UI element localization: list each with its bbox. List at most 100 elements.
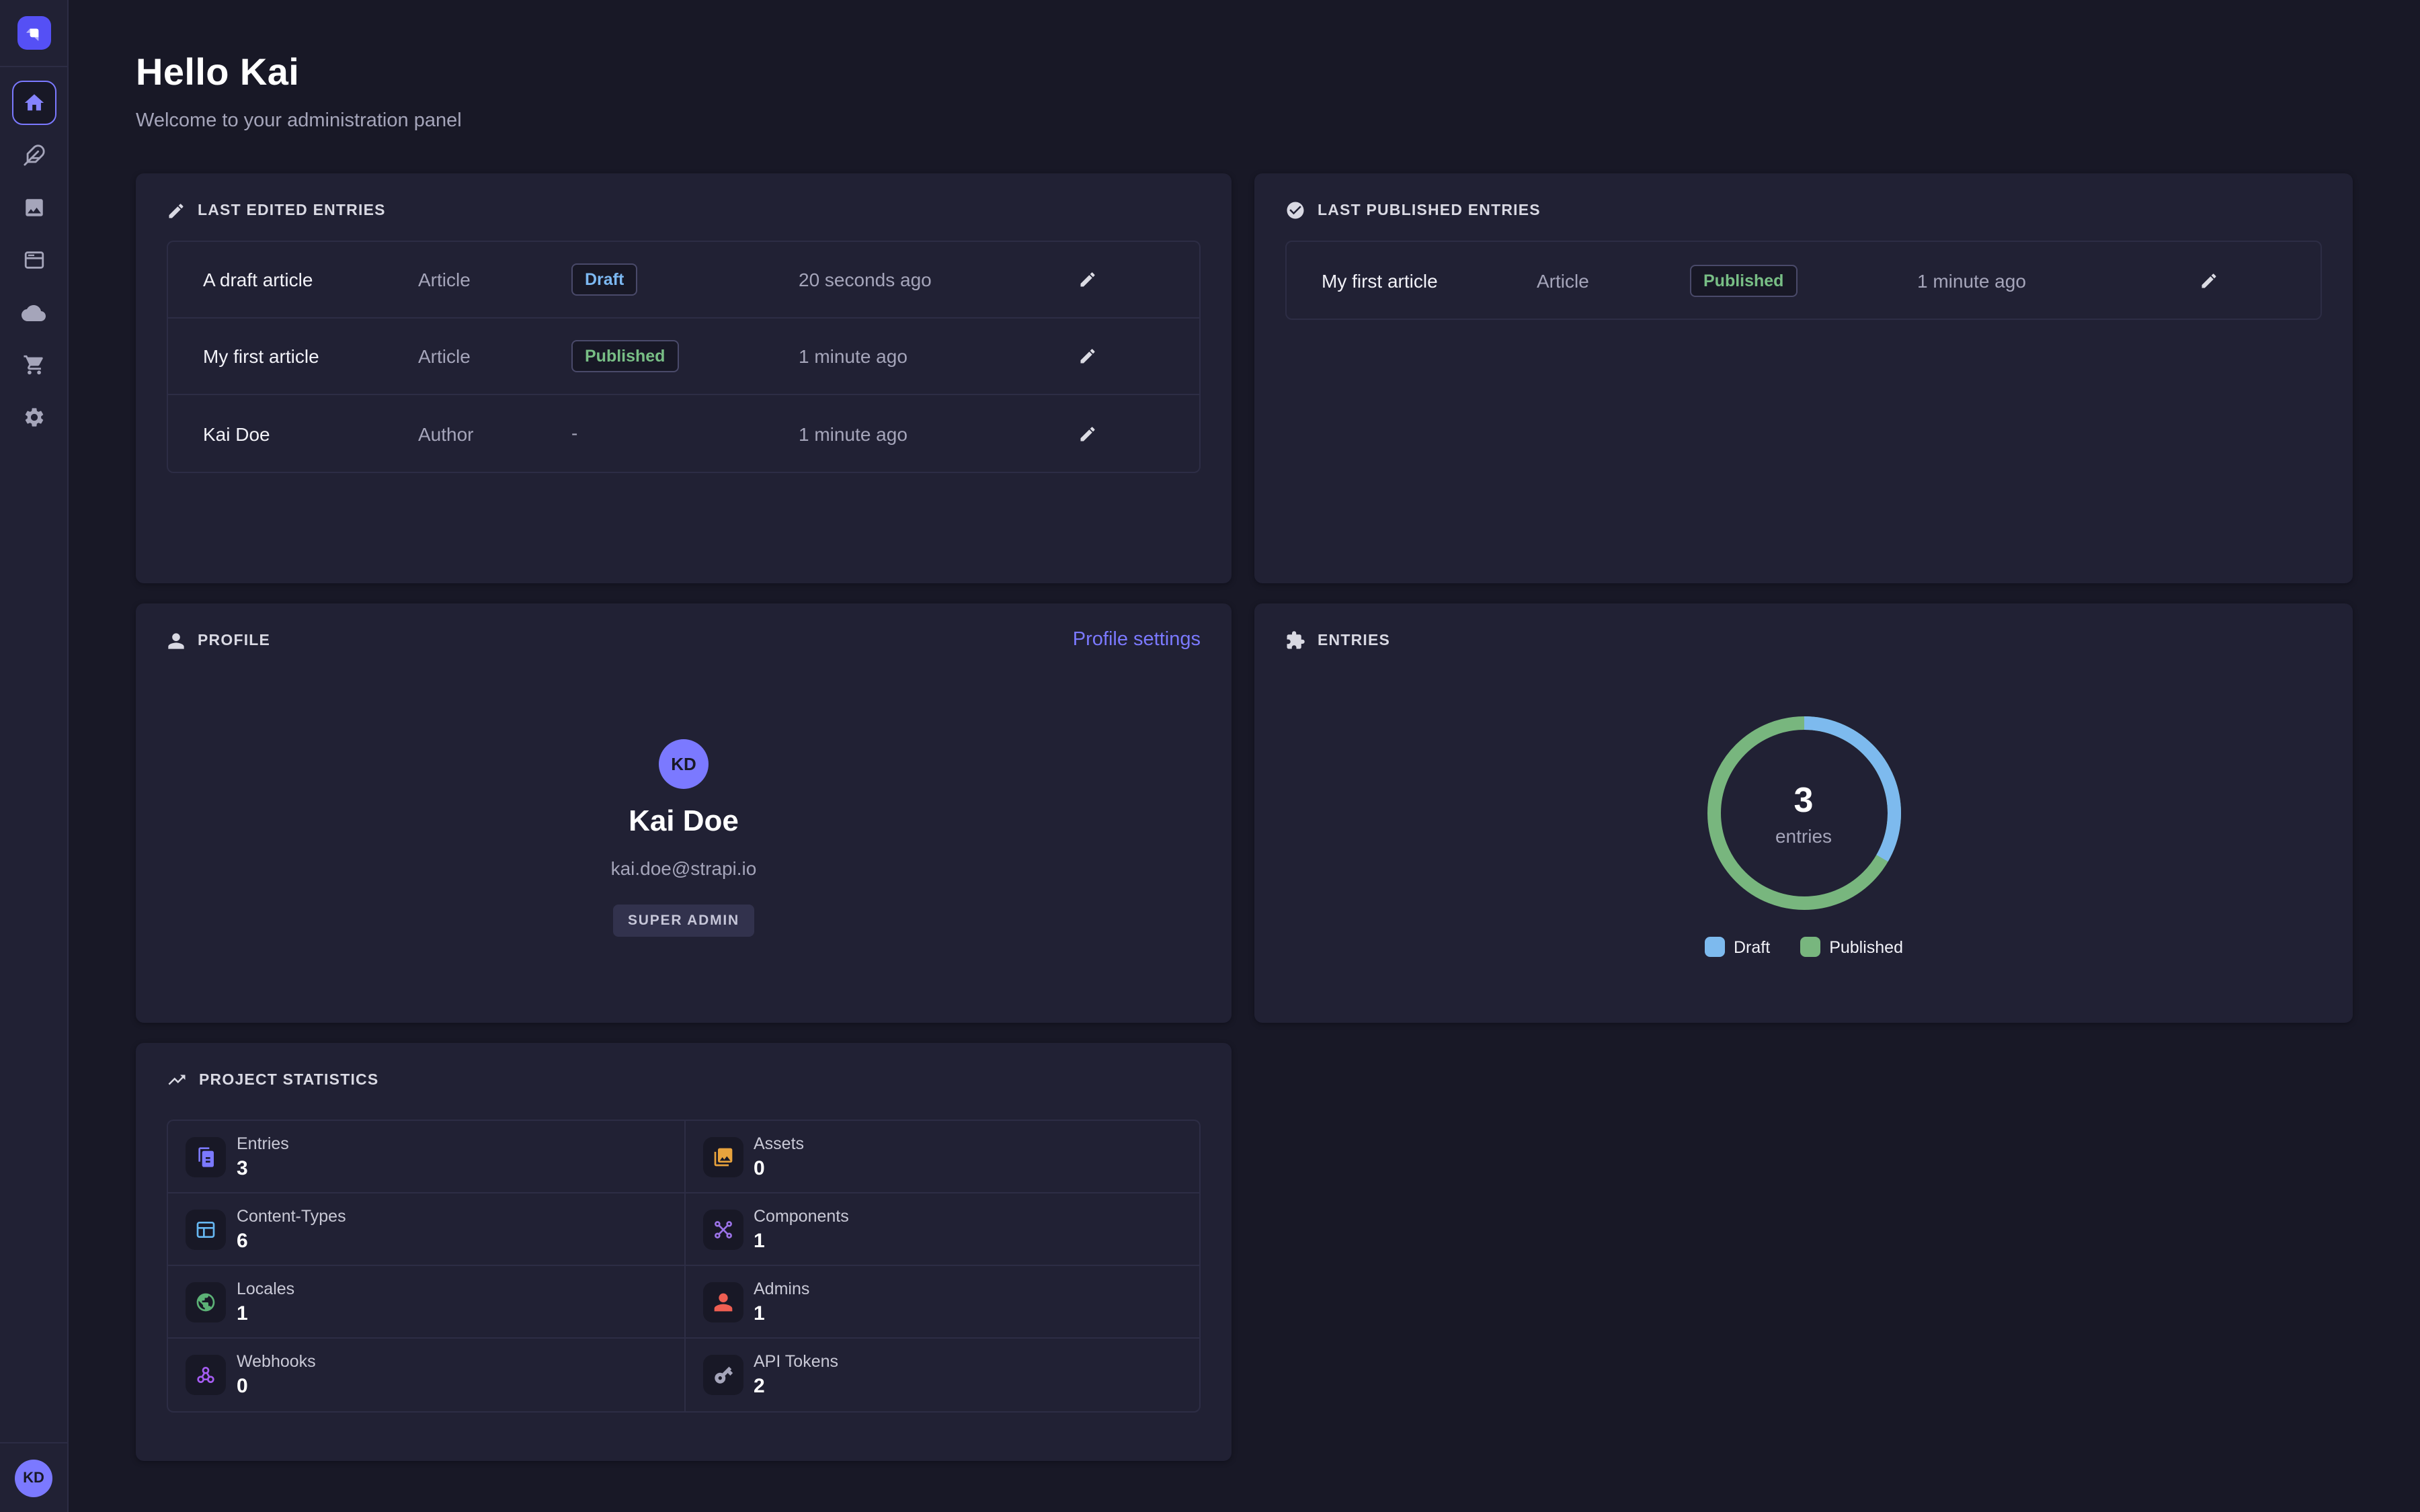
stat-locales: Locales 1 <box>168 1266 684 1339</box>
table-row[interactable]: My first article Article Published 1 min… <box>1287 242 2321 319</box>
stat-label: API Tokens <box>754 1352 838 1371</box>
documents-icon <box>186 1136 226 1177</box>
panel-header: ENTRIES <box>1285 630 2322 650</box>
panel-title: PROJECT STATISTICS <box>199 1072 378 1088</box>
trending-up-icon <box>167 1070 187 1090</box>
edit-entry-button[interactable] <box>1076 344 1100 368</box>
status-badge: Published <box>571 340 678 372</box>
pencil-icon <box>1078 424 1097 443</box>
stat-api-tokens: API Tokens 2 <box>684 1339 1199 1411</box>
edit-entry-button[interactable] <box>2197 268 2221 292</box>
panel-title: PROFILE <box>198 632 270 648</box>
legend-item-published: Published <box>1800 937 1903 957</box>
check-circle-icon <box>1285 200 1305 220</box>
page-header: Hello Kai Welcome to your administration… <box>69 0 2420 132</box>
entry-type: Author <box>418 423 571 444</box>
profile-body: KD Kai Doe kai.doe@strapi.io SUPER ADMIN <box>167 739 1201 937</box>
stat-label: Admins <box>754 1279 809 1298</box>
sidebar: KD <box>0 0 69 1512</box>
donut-total-label: entries <box>1775 825 1832 847</box>
sidebar-item-content-manager[interactable] <box>11 133 56 177</box>
panel-title: ENTRIES <box>1318 632 1390 648</box>
sidebar-item-content-type-builder[interactable] <box>11 238 56 282</box>
entry-name: Kai Doe <box>203 423 418 444</box>
legend-item-draft: Draft <box>1704 937 1770 957</box>
sidebar-item-media-library[interactable] <box>11 185 56 230</box>
donut-chart-wrap: 3 entries <box>1705 715 1902 911</box>
strapi-logo-icon <box>22 22 45 44</box>
stat-value: 0 <box>237 1375 316 1398</box>
donut-center: 3 entries <box>1705 715 1902 911</box>
gear-icon <box>22 406 45 429</box>
layout-icon <box>22 249 45 271</box>
stat-label: Content-Types <box>237 1206 346 1225</box>
stat-content-types: Content-Types 6 <box>168 1193 684 1266</box>
pencil-icon <box>167 201 186 220</box>
entry-time: 1 minute ago <box>799 423 1076 444</box>
table-row[interactable]: A draft article Article Draft 20 seconds… <box>168 242 1199 319</box>
panel-header: LAST PUBLISHED ENTRIES <box>1285 200 2322 220</box>
sidebar-logo-area <box>0 0 67 67</box>
sidebar-item-settings[interactable] <box>11 395 56 439</box>
entry-name: My first article <box>203 345 418 367</box>
main-content: Hello Kai Welcome to your administration… <box>69 0 2420 1512</box>
profile-name: Kai Doe <box>629 804 739 839</box>
shopping-cart-icon <box>22 353 45 376</box>
feather-icon <box>22 144 45 167</box>
stat-admins: Admins 1 <box>684 1266 1199 1339</box>
published-swatch <box>1800 937 1820 957</box>
stat-label: Components <box>754 1206 849 1225</box>
pencil-icon <box>2200 271 2218 290</box>
stat-components: Components 1 <box>684 1193 1199 1266</box>
sidebar-item-deploy[interactable] <box>11 290 56 335</box>
page-title: Hello Kai <box>136 51 2353 94</box>
status-badge: Draft <box>571 263 637 296</box>
webhook-icon <box>186 1355 226 1395</box>
stat-value: 1 <box>754 1229 849 1252</box>
person-icon <box>702 1282 743 1322</box>
layout-icon <box>186 1209 226 1249</box>
strapi-admin-dashboard: KD Hello Kai Welcome to your administrat… <box>0 0 2420 1512</box>
stat-label: Assets <box>754 1134 804 1152</box>
profile-panel: PROFILE Profile settings KD Kai Doe kai.… <box>136 603 1232 1023</box>
status-badge: Published <box>1690 264 1797 296</box>
entry-time: 20 seconds ago <box>799 269 1076 290</box>
entries-panel: ENTRIES 3 entries <box>1254 603 2353 1023</box>
chart-legend: Draft Published <box>1704 937 1903 957</box>
table-row[interactable]: Kai Doe Author - 1 minute ago <box>168 395 1199 472</box>
images-icon <box>702 1136 743 1177</box>
molecule-icon <box>702 1209 743 1249</box>
images-icon <box>22 196 45 219</box>
stats-grid: Entries 3 Assets 0 <box>167 1120 1201 1413</box>
edit-entry-button[interactable] <box>1076 421 1100 446</box>
stat-value: 1 <box>237 1302 294 1325</box>
profile-settings-link[interactable]: Profile settings <box>1073 629 1201 650</box>
dashboard-grid: LAST EDITED ENTRIES A draft article Arti… <box>69 173 2420 1461</box>
entry-name: A draft article <box>203 269 418 290</box>
entry-time: 1 minute ago <box>799 345 1076 367</box>
pencil-icon <box>1078 347 1097 366</box>
strapi-logo[interactable] <box>17 16 50 50</box>
puzzle-icon <box>1285 630 1305 650</box>
edit-entry-button[interactable] <box>1076 267 1100 292</box>
stat-value: 6 <box>237 1229 346 1252</box>
panel-header: PROJECT STATISTICS <box>167 1070 1201 1090</box>
user-avatar[interactable]: KD <box>15 1459 52 1497</box>
avatar: KD <box>659 739 709 789</box>
sidebar-footer: KD <box>0 1442 67 1512</box>
last-published-table: My first article Article Published 1 min… <box>1285 241 2322 320</box>
status-empty: - <box>571 421 577 443</box>
entries-body: 3 entries Draft Published <box>1285 650 2322 957</box>
table-row[interactable]: My first article Article Published 1 min… <box>168 319 1199 395</box>
pencil-icon <box>1078 270 1097 289</box>
key-icon <box>702 1355 743 1395</box>
sidebar-item-home[interactable] <box>11 81 56 125</box>
panel-title: LAST EDITED ENTRIES <box>198 202 386 218</box>
stat-webhooks: Webhooks 0 <box>168 1339 684 1411</box>
donut-total: 3 <box>1794 780 1814 821</box>
sidebar-item-marketplace[interactable] <box>11 343 56 387</box>
last-published-entries-panel: LAST PUBLISHED ENTRIES My first article … <box>1254 173 2353 583</box>
last-edited-entries-panel: LAST EDITED ENTRIES A draft article Arti… <box>136 173 1232 583</box>
draft-swatch <box>1704 937 1724 957</box>
stat-value: 1 <box>754 1302 809 1325</box>
